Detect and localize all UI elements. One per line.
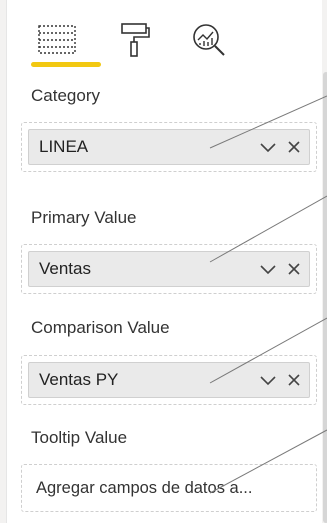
primary-value-well[interactable]: Ventas [21,244,317,294]
comparison-value-field-name: Ventas PY [39,370,119,389]
close-icon[interactable] [287,373,301,387]
pane-scrollbar[interactable] [323,72,327,523]
comparison-value-well[interactable]: Ventas PY [21,355,317,405]
category-field-name: LINEA [39,137,89,156]
chevron-down-icon[interactable] [259,374,277,386]
category-field-pill[interactable]: LINEA [28,129,310,165]
tab-analytics[interactable] [187,18,231,62]
tab-format[interactable] [113,18,157,62]
paint-roller-icon [121,23,150,57]
comparison-value-label: Comparison Value [31,318,170,337]
chevron-down-icon[interactable] [259,263,277,275]
active-tab-indicator [31,62,101,67]
primary-value-label: Primary Value [31,208,137,227]
primary-value-field-pill[interactable]: Ventas [28,251,310,287]
pane-tabs [7,0,322,74]
primary-value-field-name: Ventas [39,259,91,278]
analytics-magnifier-icon [193,24,225,56]
tab-fields[interactable] [35,18,79,62]
category-well[interactable]: LINEA [21,122,317,172]
tooltip-value-placeholder: Agregar campos de datos a... [36,478,253,497]
comparison-value-field-pill[interactable]: Ventas PY [28,362,310,398]
tooltip-value-well[interactable]: Agregar campos de datos a... [21,464,317,512]
close-icon[interactable] [287,262,301,276]
fields-grid-icon [38,25,76,54]
tooltip-value-label: Tooltip Value [31,428,128,447]
close-icon[interactable] [287,140,301,154]
visualizations-pane: Category LINEA Primary Value Ventas Comp… [6,0,327,523]
category-label: Category [31,86,100,105]
chevron-down-icon[interactable] [259,141,277,153]
